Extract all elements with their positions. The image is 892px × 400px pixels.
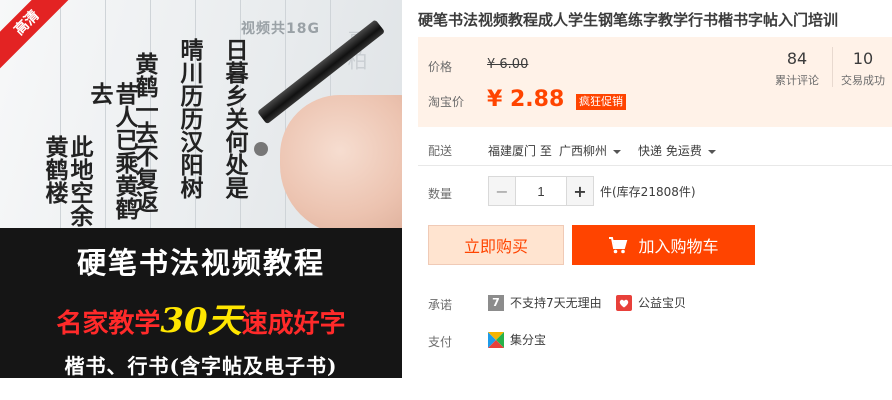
- calligraphy-column: 晴川历历汉阳树: [176, 38, 203, 199]
- payment-item-text: 集分宝: [510, 333, 547, 347]
- calligraphy-column: 此地空余黄鹤楼: [41, 135, 93, 227]
- banner-headline: 硬笔书法视频教程: [76, 246, 325, 280]
- payment-item-jifenbao[interactable]: 集分宝: [488, 331, 546, 348]
- promise-item-text: 公益宝贝: [638, 296, 687, 310]
- chevron-down-icon: [613, 149, 622, 154]
- delivery-destination: 广西柳州: [559, 144, 608, 158]
- promise-item-charity[interactable]: 公益宝贝: [616, 294, 686, 311]
- banner-subline: 楷书、行书(含字帖及电子书): [64, 354, 338, 378]
- seven-day-icon: 7: [488, 294, 504, 311]
- review-count-stat[interactable]: 84 累计评论: [765, 49, 829, 88]
- banner-slogan: 名家教学30天速成好字: [0, 293, 402, 342]
- video-size-badge: 视频共18G: [241, 21, 320, 37]
- delivery-origin: 福建厦门 至: [488, 144, 552, 158]
- payment-label: 支付: [428, 335, 453, 349]
- quantity-stepper: − +: [488, 176, 594, 206]
- sale-price-label: 淘宝价: [428, 95, 465, 109]
- price-panel: 价格 ¥ 6.00 淘宝价 ¥ 2.88 疯狂促销 84 累计评论 10 交易成…: [418, 37, 892, 127]
- sales-count: 10: [852, 49, 874, 68]
- buy-now-button[interactable]: 立即购买: [428, 225, 564, 265]
- buy-now-label: 立即购买: [463, 237, 528, 256]
- product-image-photo: 日暮乡关何处是 晴川历历汉阳树 黄鹤一去不复返 昔人已乘黄鹤去 此地空余黄鹤楼 …: [0, 0, 402, 228]
- add-to-cart-label: 加入购物车: [638, 237, 719, 256]
- quantity-decrease-button[interactable]: −: [489, 177, 516, 205]
- calligraphy-column: 昔人已乘黄鹤去: [86, 82, 138, 220]
- promise-item-text: 不支持7天无理由: [510, 296, 602, 310]
- delivery-label: 配送: [428, 144, 453, 158]
- chevron-down-icon: [707, 149, 716, 154]
- review-count: 84: [786, 49, 808, 68]
- shipping-method-select[interactable]: 快递 免运费: [638, 142, 716, 159]
- slogan-highlight: 30天: [160, 301, 242, 341]
- product-title: 硬笔书法视频教程成人学生钢笔练字教学行书楷书字帖入门培训: [418, 11, 839, 29]
- charity-icon: [616, 294, 632, 311]
- shipping-method: 快递 免运费: [638, 144, 702, 158]
- review-count-caption: 累计评论: [775, 74, 819, 87]
- promise-label: 承诺: [428, 298, 453, 312]
- stock-count: 件(库存21808件): [600, 185, 696, 199]
- shopping-cart-icon: [609, 237, 628, 254]
- original-price: ¥ 6.00: [487, 57, 529, 72]
- divider: [418, 165, 892, 166]
- hd-ribbon: 高清: [0, 0, 76, 72]
- promise-item-no-7day-return[interactable]: 7 不支持7天无理由: [488, 294, 602, 311]
- delivery-destination-select[interactable]: 广西柳州: [559, 142, 622, 159]
- hand-graphic: [280, 95, 402, 228]
- quantity-label: 数量: [428, 187, 453, 201]
- quantity-input[interactable]: [516, 177, 566, 205]
- calligraphy-column: 日暮乡关何处是: [221, 38, 248, 199]
- product-image-banner: 硬笔书法视频教程 名家教学30天速成好字 楷书、行书(含字帖及电子书): [0, 228, 402, 378]
- sales-count-stat[interactable]: 10 交易成功: [831, 49, 892, 88]
- sale-price: ¥ 2.88: [487, 87, 565, 112]
- add-to-cart-button[interactable]: 加入购物车: [572, 225, 755, 265]
- sales-count-caption: 交易成功: [841, 74, 885, 87]
- promo-tag: 疯狂促销: [576, 94, 626, 110]
- slogan-part2: 速成好字: [241, 309, 346, 339]
- slogan-part1: 名家教学: [56, 309, 161, 339]
- product-image[interactable]: 日暮乡关何处是 晴川历历汉阳树 黄鹤一去不复返 昔人已乘黄鹤去 此地空余黄鹤楼 …: [0, 0, 402, 378]
- jifenbao-icon: [488, 331, 504, 348]
- original-price-label: 价格: [428, 60, 453, 74]
- quantity-increase-button[interactable]: +: [566, 177, 593, 205]
